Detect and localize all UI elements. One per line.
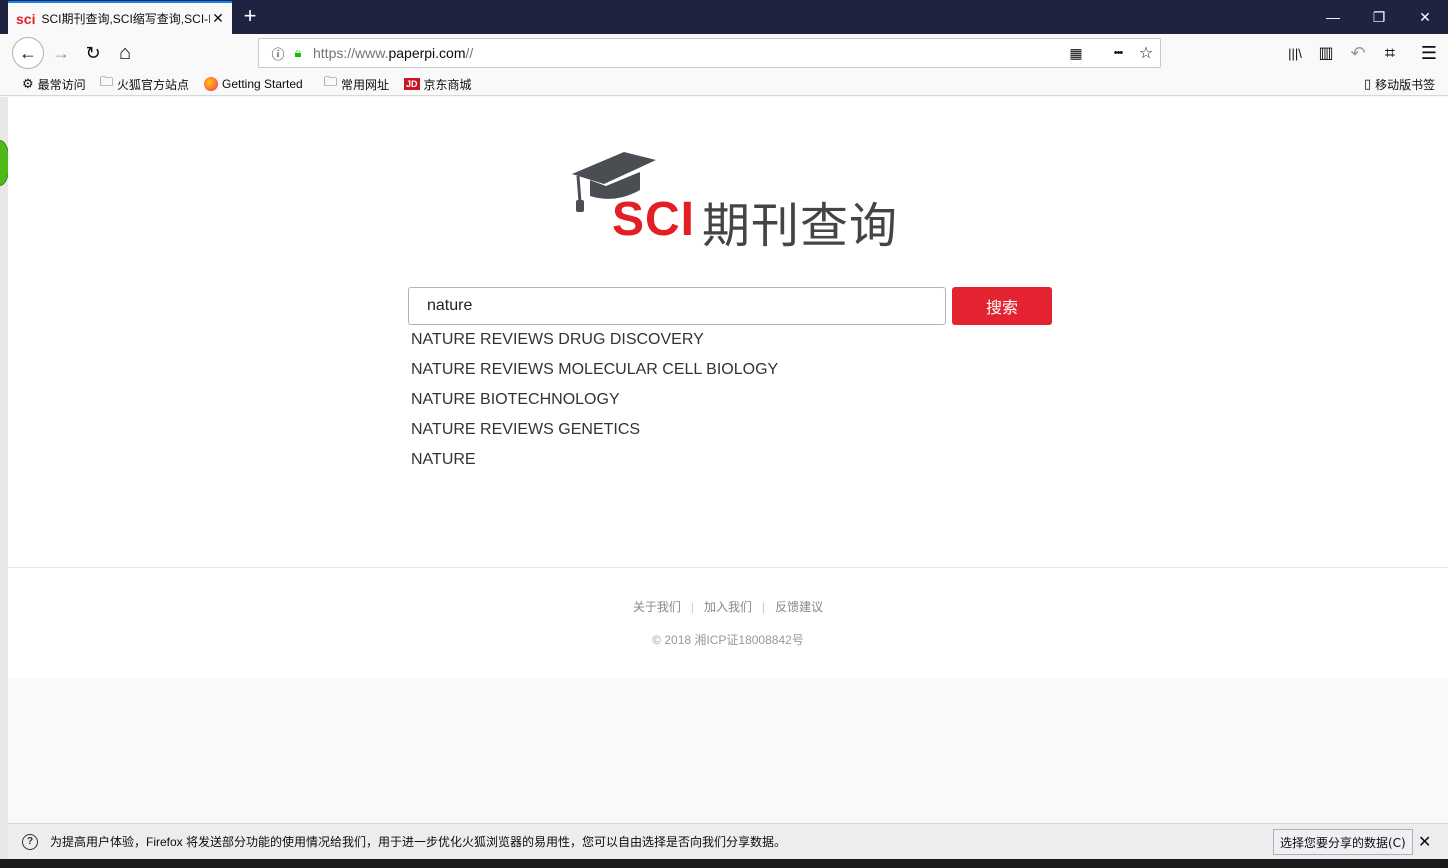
- page-footer: 关于我们 | 加入我们 | 反馈建议 © 2018 湘ICP证18008842号: [8, 567, 1448, 678]
- left-edge: [0, 97, 8, 868]
- page-content: SCI 期刊查询 搜索 NATURE REVIEWS DRUG DISCOVER…: [8, 97, 1448, 567]
- footer-links: 关于我们 | 加入我们 | 反馈建议: [8, 598, 1448, 615]
- restore-button[interactable]: ❐: [1356, 0, 1402, 34]
- bookmark-star-icon[interactable]: ☆: [1132, 43, 1160, 63]
- footer-link-join[interactable]: 加入我们: [704, 600, 752, 614]
- choose-data-button[interactable]: 选择您要分享的数据(C): [1273, 829, 1413, 855]
- back-button[interactable]: ←: [12, 37, 44, 69]
- logo-sci-text: SCI: [612, 193, 696, 246]
- search-input[interactable]: [408, 287, 946, 325]
- browser-tab[interactable]: sci SCI期刊查询,SCI缩写查询,SCI-I ✕: [8, 1, 232, 34]
- bookmarks-toolbar: ⚙ 最常访问 🗀 火狐官方站点 Getting Started 🗀 常用网址 J…: [0, 72, 1448, 96]
- url-bar[interactable]: ⓘ 🔒︎ https://www.paperpi.com// ▦ ••• ☆: [258, 38, 1161, 68]
- question-icon: ?: [22, 833, 38, 850]
- notification-bar: ? 为提高用户体验，Firefox 将发送部分功能的使用情况给我们，用于进一步优…: [8, 823, 1448, 859]
- menu-icon[interactable]: ☰: [1414, 38, 1444, 68]
- title-bar: sci SCI期刊查询,SCI缩写查询,SCI-I ✕ + — ❐ ✕: [0, 0, 1448, 34]
- suggestion-list: NATURE REVIEWS DRUG DISCOVERY NATURE REV…: [411, 325, 951, 475]
- footer-link-feedback[interactable]: 反馈建议: [775, 600, 823, 614]
- bookmark-jd[interactable]: JD 京东商城: [404, 75, 472, 93]
- footer-copyright: © 2018 湘ICP证18008842号: [652, 633, 804, 647]
- sidebar-icon[interactable]: ▥: [1311, 38, 1341, 68]
- forward-button[interactable]: →: [46, 38, 76, 68]
- tab-close-icon[interactable]: ✕: [210, 10, 226, 27]
- url-text[interactable]: https://www.paperpi.com//: [313, 45, 1062, 61]
- mobile-bookmarks[interactable]: ▯ 移动版书签: [1364, 75, 1435, 93]
- notification-text: 为提高用户体验，Firefox 将发送部分功能的使用情况给我们，用于进一步优化火…: [50, 835, 787, 849]
- new-tab-button[interactable]: +: [238, 4, 262, 28]
- footer-link-about[interactable]: 关于我们: [633, 600, 681, 614]
- firefox-icon: [204, 77, 218, 91]
- taskbar-strip: [0, 859, 1448, 868]
- search-button[interactable]: 搜索: [952, 287, 1052, 325]
- tab-favicon-icon: sci: [16, 10, 36, 27]
- qr-code-icon[interactable]: ▦: [1062, 45, 1090, 62]
- bookmark-firefox-sites[interactable]: 🗀 火狐官方站点: [100, 74, 189, 93]
- page-actions-icon[interactable]: •••: [1104, 47, 1132, 59]
- suggestion-item[interactable]: NATURE BIOTECHNOLOGY: [411, 385, 951, 415]
- bookmark-common-sites[interactable]: 🗀 常用网址: [324, 74, 389, 93]
- suggestion-item[interactable]: NATURE REVIEWS GENETICS: [411, 415, 951, 445]
- suggestion-item[interactable]: NATURE: [411, 445, 951, 475]
- bookmark-most-visited[interactable]: ⚙ 最常访问: [22, 75, 86, 93]
- navigation-toolbar: ← → ↻ ⌂ ⓘ 🔒︎ https://www.paperpi.com// ▦…: [0, 34, 1448, 72]
- bookmark-getting-started[interactable]: Getting Started: [204, 75, 303, 93]
- undo-icon[interactable]: ↶: [1343, 38, 1373, 68]
- folder-icon: 🗀: [324, 74, 338, 89]
- suggestion-item[interactable]: NATURE REVIEWS DRUG DISCOVERY: [411, 325, 951, 355]
- divider: |: [762, 600, 766, 614]
- logo-cn-text: 期刊查询: [702, 200, 899, 253]
- divider: |: [690, 600, 694, 614]
- folder-icon: 🗀: [100, 74, 114, 89]
- close-window-button[interactable]: ✕: [1402, 0, 1448, 34]
- gear-icon: ⚙: [22, 76, 34, 91]
- home-button[interactable]: ⌂: [110, 38, 140, 68]
- tab-title: SCI期刊查询,SCI缩写查询,SCI-I: [41, 12, 210, 26]
- lock-icon[interactable]: 🔒︎: [289, 45, 307, 61]
- reload-button[interactable]: ↻: [78, 38, 108, 68]
- notification-close-icon[interactable]: ✕: [1418, 832, 1431, 852]
- library-icon[interactable]: |||\: [1280, 38, 1310, 68]
- screenshot-icon[interactable]: ⌗: [1375, 38, 1405, 68]
- minimize-button[interactable]: —: [1310, 0, 1356, 34]
- site-logo[interactable]: SCI 期刊查询: [568, 152, 908, 253]
- suggestion-item[interactable]: NATURE REVIEWS MOLECULAR CELL BIOLOGY: [411, 355, 951, 385]
- info-icon[interactable]: ⓘ: [267, 44, 289, 63]
- mobile-icon: ▯: [1364, 76, 1372, 91]
- jd-icon: JD: [404, 78, 420, 90]
